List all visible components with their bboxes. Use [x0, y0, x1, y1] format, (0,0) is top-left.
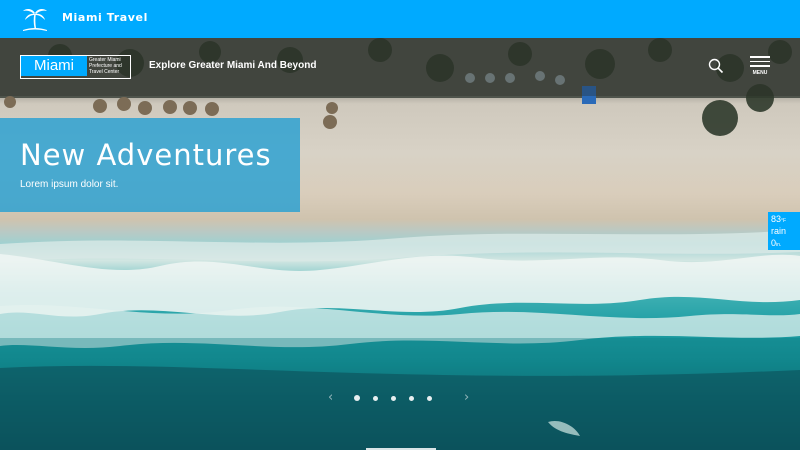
logo-subtitle: Greater Miami Prefecture and Travel Cent… — [87, 56, 130, 78]
slider-prev-arrow[interactable]: ‹ — [328, 390, 333, 405]
weather-rain-unit: in. — [776, 242, 782, 248]
logo-wordmark: Miami — [21, 56, 87, 76]
page: Miami Travel Miami Greater Miami Prefect… — [0, 0, 800, 450]
top-bar: Miami Travel — [0, 0, 800, 38]
feature-panel[interactable]: New Adventures Lorem ipsum dolor sit. — [0, 118, 300, 212]
search-icon[interactable] — [708, 58, 724, 74]
slider-pagination — [354, 395, 432, 401]
weather-condition: rain — [771, 226, 787, 236]
beach-aerial-image — [0, 38, 800, 450]
slider-dot[interactable] — [373, 395, 378, 401]
menu-button[interactable]: MENU — [748, 56, 772, 84]
weather-widget[interactable]: 83°F rain 0in. — [768, 212, 800, 250]
slider-dot[interactable] — [391, 395, 396, 401]
slider-next-arrow[interactable]: › — [464, 390, 469, 405]
feature-subtitle: Lorem ipsum dolor sit. — [20, 179, 119, 190]
feature-title: New Adventures — [20, 138, 272, 172]
header-tagline: Explore Greater Miami And Beyond — [149, 60, 317, 71]
header-overlay: Miami Greater Miami Prefecture and Trave… — [0, 38, 800, 96]
weather-temperature: 83 — [771, 214, 782, 224]
hamburger-icon — [750, 60, 770, 62]
slider-dot[interactable] — [409, 395, 414, 401]
miami-logo[interactable]: Miami Greater Miami Prefecture and Trave… — [20, 55, 131, 79]
slider-dot[interactable] — [354, 395, 360, 401]
palm-tree-icon[interactable] — [20, 5, 50, 33]
logo-subtitle-line: Travel Center — [89, 69, 120, 75]
menu-label: MENU — [752, 69, 768, 76]
slider-dot[interactable] — [427, 395, 432, 401]
hamburger-icon — [750, 56, 770, 58]
hamburger-icon — [750, 65, 770, 67]
hero-banner: Miami Greater Miami Prefecture and Trave… — [0, 38, 800, 450]
site-brand[interactable]: Miami Travel — [62, 11, 148, 24]
